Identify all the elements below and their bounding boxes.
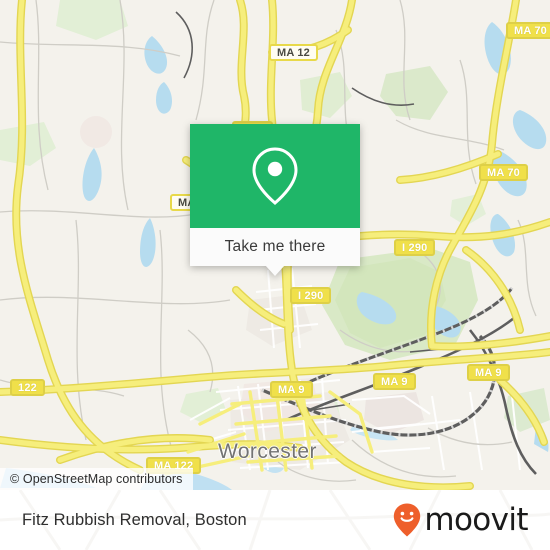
osm-attribution: © OpenStreetMap contributors [0, 468, 193, 490]
take-me-there-button[interactable]: Take me there [225, 238, 326, 256]
popup-tail [265, 265, 285, 276]
road-shield: I 290 [394, 239, 436, 256]
popup-header [190, 124, 360, 228]
road-shield: MA 70 [506, 22, 550, 39]
city-label-worcester: Worcester [218, 440, 317, 463]
map-pin-icon [252, 147, 298, 205]
road-shield: MA 9 [373, 373, 416, 390]
road-shield: MA 70 [479, 164, 528, 181]
road-shield: I 290 [290, 287, 332, 304]
road-shield: MA 9 [467, 364, 510, 381]
osm-attribution-text: © OpenStreetMap contributors [10, 472, 183, 486]
moovit-wordmark: moovit [424, 501, 528, 538]
screenshot-root: © OpenStreetMap contributors Worcester M… [0, 0, 550, 550]
moovit-brand[interactable]: moovit [393, 501, 529, 538]
road-shield: 122 [10, 379, 45, 396]
footer-bar: Fitz Rubbish Removal, Boston moovit [0, 490, 550, 550]
road-shield: MA 9 [270, 381, 313, 398]
road-shield: MA 12 [269, 44, 318, 61]
popup-body: Take me there [190, 228, 360, 276]
location-popup-card[interactable]: Take me there [190, 124, 360, 276]
place-title: Fitz Rubbish Removal, Boston [22, 510, 247, 529]
moovit-smiley-pin-icon [394, 503, 421, 537]
